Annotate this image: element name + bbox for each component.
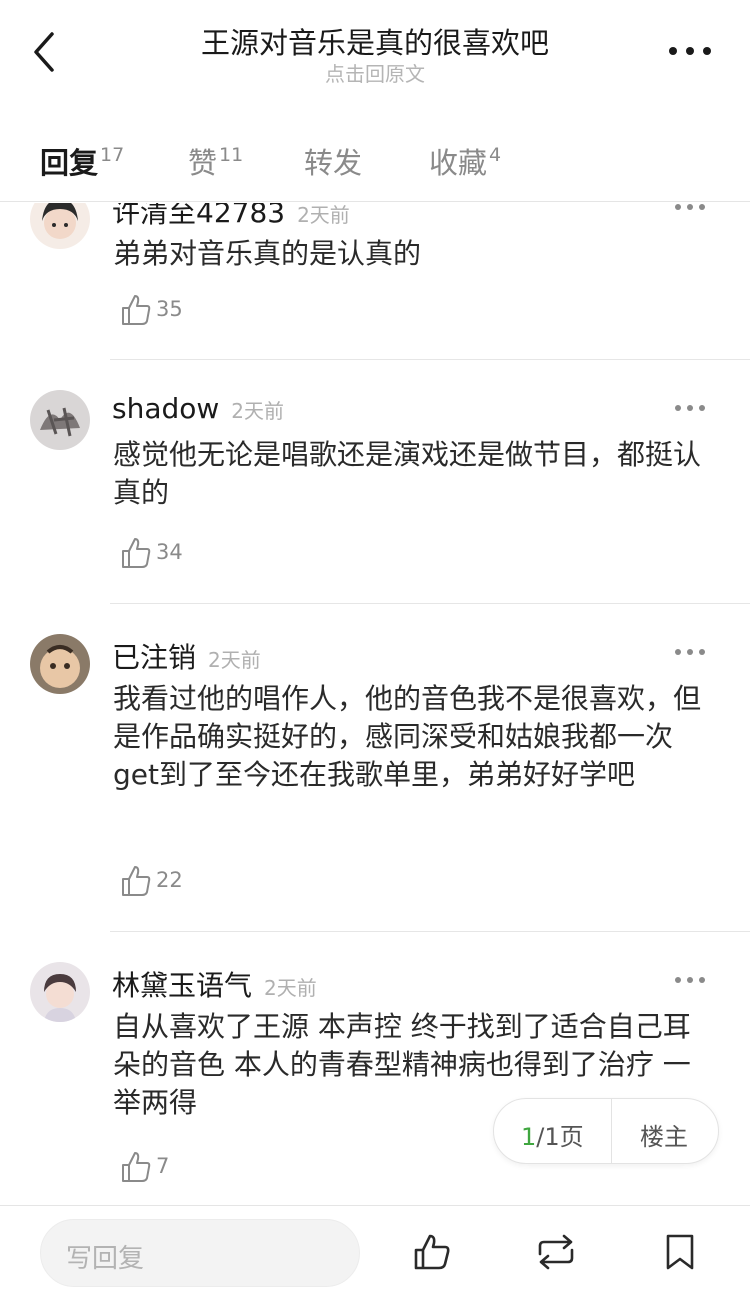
more-horizontal-icon <box>675 649 705 655</box>
comment-time: 2天前 <box>297 203 350 227</box>
back-button[interactable] <box>24 22 68 78</box>
tab-favorites[interactable]: 收藏 4 <box>429 140 501 182</box>
author-name[interactable]: 许清至42783 <box>112 203 285 229</box>
tab-label: 赞 <box>188 146 218 180</box>
owner-only-button[interactable]: 楼主 <box>640 1117 688 1152</box>
header: 王源对音乐是真的很喜欢吧 点击回原文 <box>0 0 750 100</box>
avatar[interactable] <box>30 203 90 249</box>
back-to-original-link[interactable]: 点击回原文 <box>120 58 630 87</box>
comment-more-button[interactable] <box>672 203 712 217</box>
page-indicator[interactable]: 1/1页 <box>521 1117 584 1152</box>
tab-count: 4 <box>489 144 502 166</box>
thumbs-up-icon <box>122 538 151 568</box>
tab-replies[interactable]: 回复 17 <box>40 140 124 182</box>
thumbs-up-icon <box>122 866 151 896</box>
thumbs-up-icon <box>122 1152 151 1182</box>
more-horizontal-icon <box>675 977 705 983</box>
comment-more-button[interactable] <box>672 398 712 418</box>
like-post-button[interactable] <box>412 1232 452 1272</box>
comment-author[interactable]: 林黛玉语气 2天前 <box>112 964 317 1004</box>
page-total: /1页 <box>536 1123 584 1151</box>
divider <box>110 931 750 932</box>
tab-label: 回复 <box>40 146 99 180</box>
tab-bar: 回复 17 赞 11 转发 收藏 4 <box>0 118 750 202</box>
more-horizontal-icon <box>675 204 705 210</box>
bookmark-button[interactable] <box>660 1232 700 1272</box>
pager-divider <box>611 1099 612 1163</box>
comment-text: 弟弟对音乐真的是认真的 <box>113 237 422 270</box>
comment-more-button[interactable] <box>672 970 712 990</box>
avatar[interactable] <box>30 634 90 694</box>
more-button[interactable] <box>666 36 716 66</box>
avatar[interactable] <box>30 962 90 1022</box>
like-count: 34 <box>156 540 183 564</box>
repost-icon <box>538 1234 574 1270</box>
chevron-left-icon <box>34 32 54 72</box>
bottom-bar: 写回复 <box>0 1205 750 1301</box>
comment-time: 2天前 <box>231 399 285 423</box>
avatar[interactable] <box>30 390 90 450</box>
thumbs-up-icon <box>414 1234 450 1270</box>
comment-author[interactable]: shadow 2天前 <box>112 392 284 425</box>
author-name[interactable]: shadow <box>112 392 219 425</box>
like-count: 22 <box>156 868 183 892</box>
tab-label: 转发 <box>304 146 363 180</box>
comment-author[interactable]: 许清至42783 2天前 <box>112 203 350 231</box>
more-horizontal-icon <box>669 47 711 55</box>
more-horizontal-icon <box>675 405 705 411</box>
thumbs-up-icon <box>122 295 151 325</box>
reply-placeholder: 写回复 <box>66 1244 145 1274</box>
tab-reposts[interactable]: 转发 <box>304 140 362 182</box>
tab-count: 17 <box>100 144 125 166</box>
comment-list: 许清至42783 2天前 弟弟对音乐真的是认真的 35 shadow 2天前 感… <box>0 203 750 1203</box>
like-count: 7 <box>156 1154 170 1178</box>
current-page: 1 <box>521 1123 537 1151</box>
repost-button[interactable] <box>534 1232 574 1272</box>
divider <box>110 359 750 360</box>
tab-likes[interactable]: 赞 11 <box>188 140 243 182</box>
comment-more-button[interactable] <box>672 642 712 662</box>
bookmark-icon <box>666 1234 694 1270</box>
tab-label: 收藏 <box>429 146 488 180</box>
like-count: 35 <box>156 297 183 321</box>
comment-time: 2天前 <box>264 976 317 1000</box>
reply-input[interactable]: 写回复 <box>40 1219 360 1287</box>
comment-author[interactable]: 已注销 2天前 <box>112 636 261 676</box>
divider <box>110 603 750 604</box>
author-name[interactable]: 已注销 <box>112 641 196 674</box>
comment-text: 我看过他的唱作人，他的音色我不是很喜欢，但是作品确实挺好的，感同深受和姑娘我都一… <box>113 682 702 791</box>
page-title: 王源对音乐是真的很喜欢吧 <box>200 26 549 60</box>
tab-count: 11 <box>219 144 244 166</box>
comment-text: 感觉他无论是唱歌还是演戏还是做节目，都挺认真的 <box>113 438 702 509</box>
page-navigator: 1/1页 楼主 <box>493 1098 719 1164</box>
author-name[interactable]: 林黛玉语气 <box>112 969 252 1002</box>
comment-time: 2天前 <box>208 648 261 672</box>
